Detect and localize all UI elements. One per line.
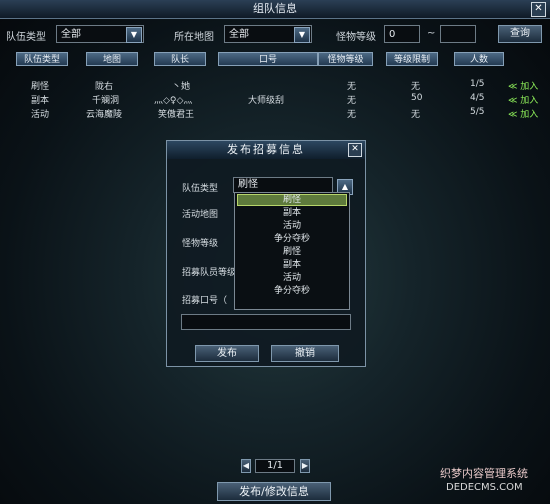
dialog-slogan-label: 招募口号（: [182, 296, 228, 306]
row-level-limit: 无: [411, 110, 421, 120]
level-separator: ~: [427, 28, 436, 39]
level-min-input[interactable]: 0: [384, 25, 420, 43]
row-map: 云海魔陵: [86, 110, 123, 120]
type-dropdown-list: 刷怪 副本 活动 争分夺秒 刷怪 副本 活动 争分夺秒: [234, 192, 350, 310]
row-count: 1/5: [470, 79, 485, 89]
row-count: 5/5: [470, 107, 485, 117]
team-info-window: 组队信息 ✕ 队伍类型 全部 ▼ 所在地图 全部 ▼ 怪物等级 0 ~ 查询 队…: [0, 0, 550, 504]
search-button[interactable]: 查询: [498, 25, 542, 43]
publish-dialog: 发布招募信息 ✕ 队伍类型 刷怪 ▲ 活动地图 怪物等级 招募队员等级 招募口号…: [166, 140, 366, 367]
watermark-line1: 织梦内容管理系统: [440, 467, 528, 480]
dropdown-option[interactable]: 争分夺秒: [235, 285, 349, 298]
window-title: 组队信息: [253, 2, 297, 15]
dialog-member-level-label: 招募队员等级: [182, 268, 237, 278]
dropdown-option[interactable]: 争分夺秒: [235, 233, 349, 246]
join-button[interactable]: ≪ 加入: [508, 107, 538, 120]
col-leader[interactable]: 队长: [154, 52, 206, 66]
filter-bar: 队伍类型 全部 ▼ 所在地图 全部 ▼ 怪物等级 0 ~ 查询: [0, 22, 550, 48]
publish-modify-button[interactable]: 发布/修改信息: [217, 482, 331, 501]
col-type[interactable]: 队伍类型: [16, 52, 68, 66]
dialog-level-label: 怪物等级: [182, 239, 219, 249]
publish-button[interactable]: 发布: [195, 345, 259, 362]
footer: ◀ 1/1 ▶ 发布/修改信息 织梦内容管理系统 DEDECMS.COM: [0, 455, 550, 504]
col-map[interactable]: 地图: [86, 52, 138, 66]
row-type: 副本: [31, 96, 50, 106]
team-row[interactable]: 活动 云海魔陵 笑傲君王 无 无 5/5 ≪ 加入: [0, 107, 550, 121]
col-count[interactable]: 人数: [454, 52, 504, 66]
col-monster-level[interactable]: 怪物等级: [318, 52, 373, 66]
row-type: 活动: [31, 110, 50, 120]
join-button[interactable]: ≪ 加入: [508, 93, 538, 106]
chevron-down-icon[interactable]: ▼: [294, 27, 310, 43]
row-slogan: 大师级刮: [248, 96, 285, 106]
join-button[interactable]: ≪ 加入: [508, 79, 538, 92]
col-level-limit[interactable]: 等级限制: [386, 52, 438, 66]
dropdown-option[interactable]: 副本: [235, 207, 349, 220]
dialog-type-select[interactable]: 刷怪: [233, 177, 333, 193]
slogan-input[interactable]: [181, 314, 351, 330]
row-leader: 丶她: [172, 82, 191, 92]
type-filter-label: 队伍类型: [6, 32, 46, 43]
next-page-icon[interactable]: ▶: [300, 459, 310, 473]
dropdown-option[interactable]: 活动: [235, 220, 349, 233]
row-level-limit: 无: [411, 82, 421, 92]
close-icon[interactable]: ✕: [348, 143, 362, 157]
map-filter-label: 所在地图: [174, 32, 214, 43]
watermark-line2: DEDECMS.COM: [446, 482, 523, 493]
level-filter-label: 怪物等级: [336, 32, 376, 43]
row-monster-level: 无: [347, 110, 357, 120]
dropdown-option[interactable]: 刷怪: [237, 194, 347, 206]
page-indicator: 1/1: [255, 459, 295, 473]
level-max-input[interactable]: [440, 25, 476, 43]
row-map: 陇右: [95, 82, 114, 92]
window-titlebar: 组队信息 ✕: [0, 0, 550, 19]
team-row[interactable]: 副本 千斓洞 灬◇♀◇灬 大师级刮 无 50 4/5 ≪ 加入: [0, 93, 550, 107]
row-count: 4/5: [470, 93, 485, 103]
cancel-button[interactable]: 撤销: [271, 345, 339, 362]
col-slogan[interactable]: 口号: [218, 52, 318, 66]
row-level-limit: 50: [411, 93, 423, 103]
dialog-title: 发布招募信息: [167, 141, 365, 159]
row-monster-level: 无: [347, 96, 357, 106]
team-row[interactable]: 刷怪 陇右 丶她 无 无 1/5 ≪ 加入: [0, 79, 550, 93]
dropdown-option[interactable]: 刷怪: [235, 246, 349, 259]
dialog-map-label: 活动地图: [182, 210, 219, 220]
dropdown-option[interactable]: 副本: [235, 259, 349, 272]
row-map: 千斓洞: [92, 96, 120, 106]
map-filter-select[interactable]: 全部 ▼: [224, 25, 312, 43]
chevron-down-icon[interactable]: ▼: [126, 27, 142, 43]
row-type: 刷怪: [31, 82, 50, 92]
type-filter-select[interactable]: 全部 ▼: [56, 25, 144, 43]
dialog-type-label: 队伍类型: [182, 184, 219, 194]
row-leader: 灬◇♀◇灬: [154, 96, 193, 106]
row-leader: 笑傲君王: [158, 110, 195, 120]
row-monster-level: 无: [347, 82, 357, 92]
dropdown-option[interactable]: 活动: [235, 272, 349, 285]
close-icon[interactable]: ✕: [531, 2, 546, 17]
prev-page-icon[interactable]: ◀: [241, 459, 251, 473]
